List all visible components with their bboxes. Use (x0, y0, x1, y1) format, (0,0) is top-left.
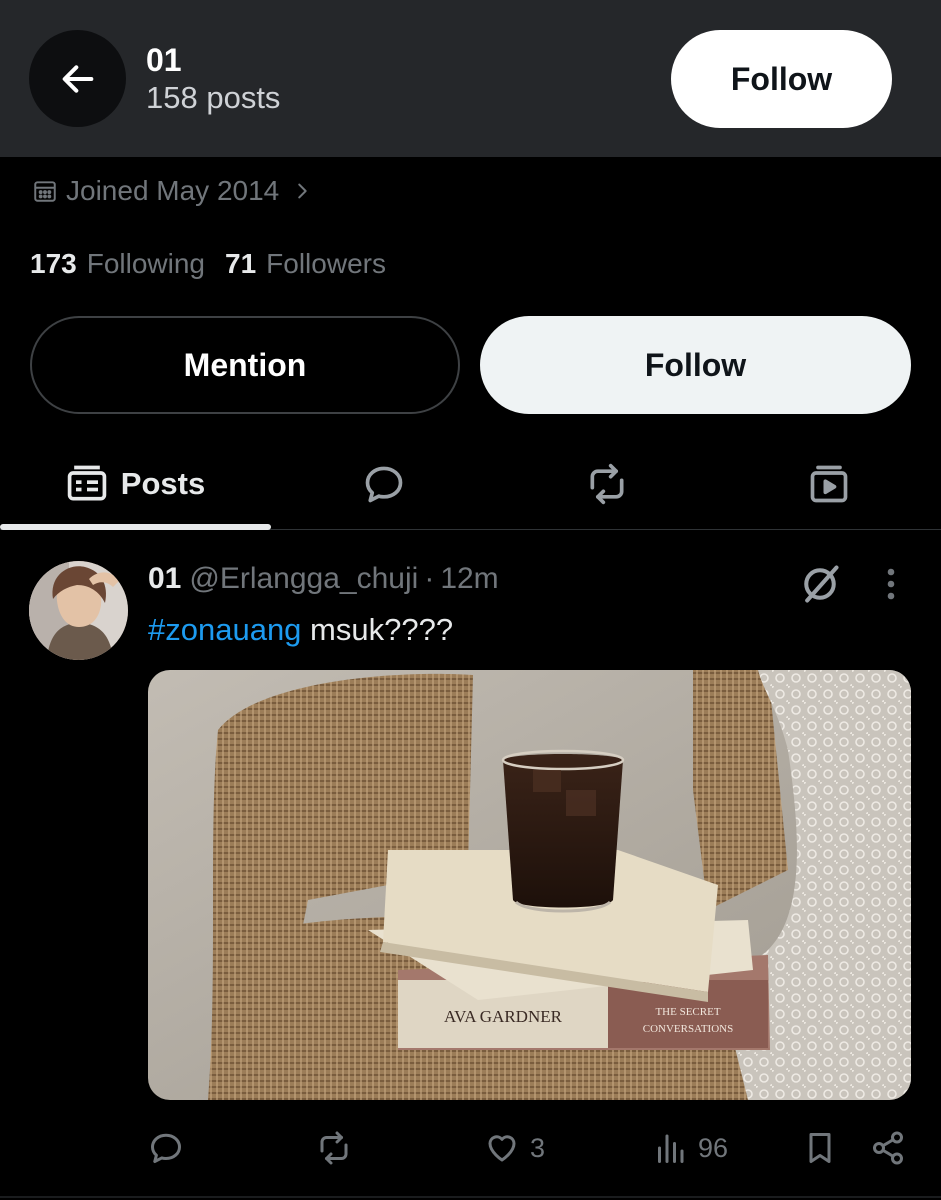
repost-icon (590, 463, 624, 505)
view-count: 96 (698, 1132, 729, 1163)
profile-name-header: 01 (146, 42, 182, 78)
separator-dot: · (424, 562, 435, 595)
posts-icon (67, 465, 107, 501)
tab-posts[interactable]: Posts (0, 440, 270, 528)
mention-button[interactable]: Mention (30, 316, 460, 414)
tab-posts-label: Posts (120, 466, 206, 501)
tab-reposts[interactable] (498, 440, 716, 528)
like-count: 3 (530, 1132, 546, 1163)
repost-button[interactable] (316, 1120, 352, 1176)
reply-icon (151, 1133, 181, 1163)
chevron-right-icon (298, 183, 307, 199)
post-text: #zonauang msuk???? (148, 612, 453, 648)
following-link[interactable]: 173 Following (30, 248, 205, 280)
follow-button[interactable]: Follow (480, 316, 911, 414)
back-button[interactable] (29, 30, 126, 127)
grok-icon[interactable] (798, 562, 842, 606)
post-header: 01 @Erlangga_chuji · 12m (148, 562, 499, 596)
following-label: Following (86, 248, 205, 279)
post-body-text: msuk???? (301, 612, 454, 647)
share-icon (873, 1131, 903, 1165)
joined-date[interactable]: Joined May 2014 (32, 170, 313, 212)
book-spine-text-2b: CONVERSATIONS (643, 1023, 733, 1035)
tab-media[interactable] (716, 440, 941, 528)
bookmark-icon (809, 1133, 831, 1163)
divider (0, 1196, 941, 1198)
calendar-icon (34, 181, 56, 202)
avatar[interactable] (29, 561, 128, 660)
profile-tabs: Posts (0, 440, 941, 530)
repost-icon (320, 1131, 348, 1165)
post-image[interactable]: AVA GARDNER THE SECRET CONVERSATIONS (148, 670, 911, 1100)
bookmark-button[interactable] (802, 1120, 838, 1176)
author-handle[interactable]: @Erlangga_chuji (189, 562, 418, 596)
reply-icon (365, 466, 403, 503)
followers-label: Followers (266, 248, 386, 279)
share-button[interactable] (870, 1120, 906, 1176)
views-chart-icon (658, 1134, 684, 1163)
active-tab-indicator (0, 524, 271, 530)
media-icon (810, 465, 847, 503)
post-count: 158 posts (146, 80, 281, 115)
following-count: 173 (30, 248, 77, 279)
top-bar: 01 158 posts Follow (0, 0, 941, 157)
more-options-icon[interactable] (876, 566, 906, 602)
heart-icon (488, 1135, 516, 1162)
joined-label: Joined May 2014 (66, 175, 280, 206)
tab-replies[interactable] (270, 440, 498, 528)
post-time[interactable]: 12m (440, 562, 498, 596)
author-name[interactable]: 01 (148, 562, 181, 596)
header-follow-button[interactable]: Follow (671, 30, 892, 128)
reply-button[interactable] (148, 1120, 184, 1176)
book-spine-text-1: AVA GARDNER (444, 1007, 563, 1026)
followers-count: 71 (225, 248, 257, 279)
views-button[interactable]: 96 (652, 1120, 728, 1176)
arrow-left-icon (62, 64, 93, 93)
book-spine-text-2a: THE SECRET (655, 1006, 720, 1018)
followers-link[interactable]: 71 Followers (225, 248, 386, 280)
post-actions: 3 96 (0, 1120, 941, 1176)
like-button[interactable]: 3 (484, 1120, 545, 1176)
hashtag-link[interactable]: #zonauang (148, 612, 301, 647)
follow-counts: 173 Following 71 Followers (30, 248, 386, 280)
